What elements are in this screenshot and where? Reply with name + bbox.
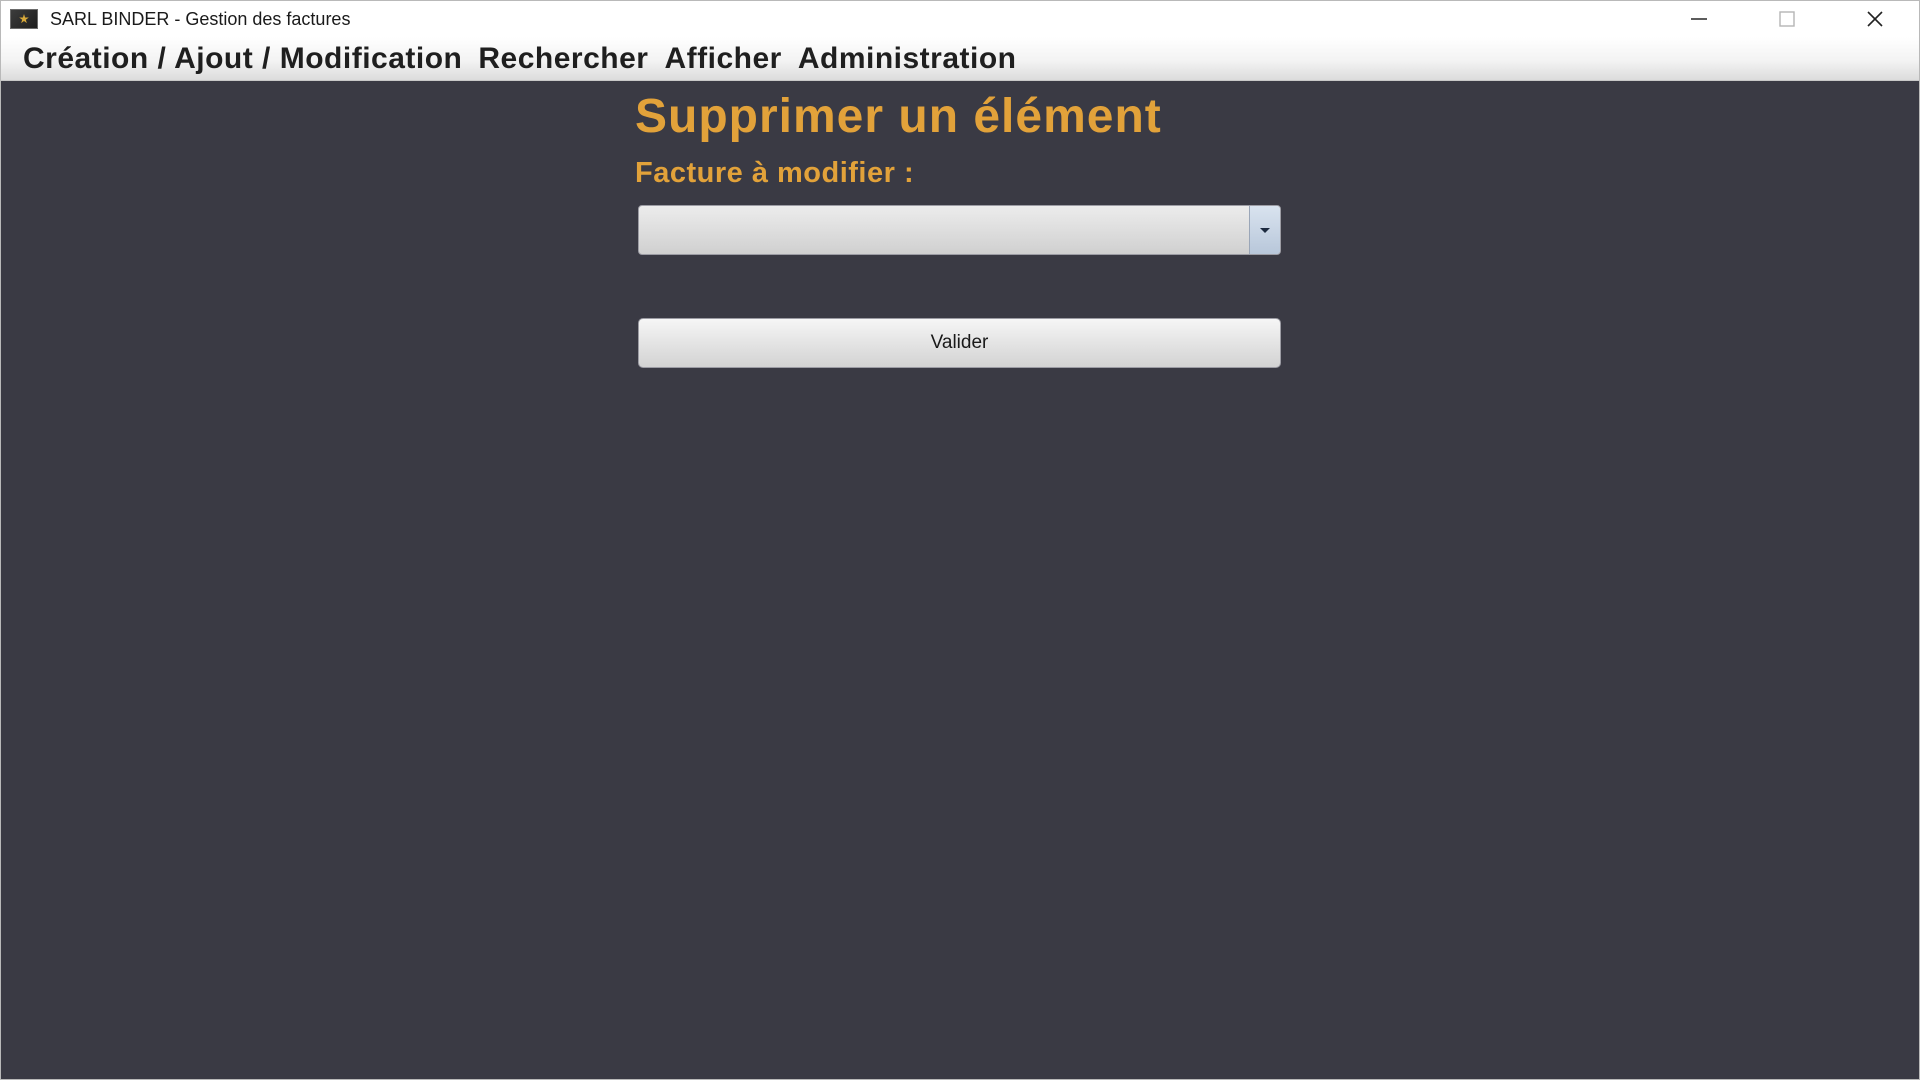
invoice-select-label: Facture à modifier :	[635, 157, 915, 189]
app-star-icon	[10, 9, 38, 29]
chevron-down-icon[interactable]	[1249, 206, 1280, 254]
window-controls	[1655, 1, 1919, 37]
minimize-icon	[1691, 18, 1707, 20]
maximize-icon	[1779, 11, 1795, 27]
window-title: SARL BINDER - Gestion des factures	[50, 8, 351, 29]
page-title: Supprimer un élément	[635, 90, 1162, 143]
app-window: SARL BINDER - Gestion des factures Créat…	[0, 0, 1920, 1080]
menu-administration[interactable]: Administration	[790, 42, 1025, 76]
menu-afficher[interactable]: Afficher	[656, 42, 789, 76]
maximize-button[interactable]	[1743, 1, 1831, 37]
menu-bar: Création / Ajout / Modification Recherch…	[1, 37, 1919, 81]
validate-button[interactable]: Valider	[638, 318, 1281, 368]
menu-rechercher[interactable]: Rechercher	[470, 42, 656, 76]
title-bar[interactable]: SARL BINDER - Gestion des factures	[1, 1, 1919, 37]
main-content: Supprimer un élément Facture à modifier …	[1, 81, 1919, 1079]
invoice-select[interactable]	[638, 205, 1281, 255]
close-button[interactable]	[1831, 1, 1919, 37]
close-icon	[1867, 11, 1883, 27]
minimize-button[interactable]	[1655, 1, 1743, 37]
menu-creation-ajout-modification[interactable]: Création / Ajout / Modification	[15, 42, 470, 76]
